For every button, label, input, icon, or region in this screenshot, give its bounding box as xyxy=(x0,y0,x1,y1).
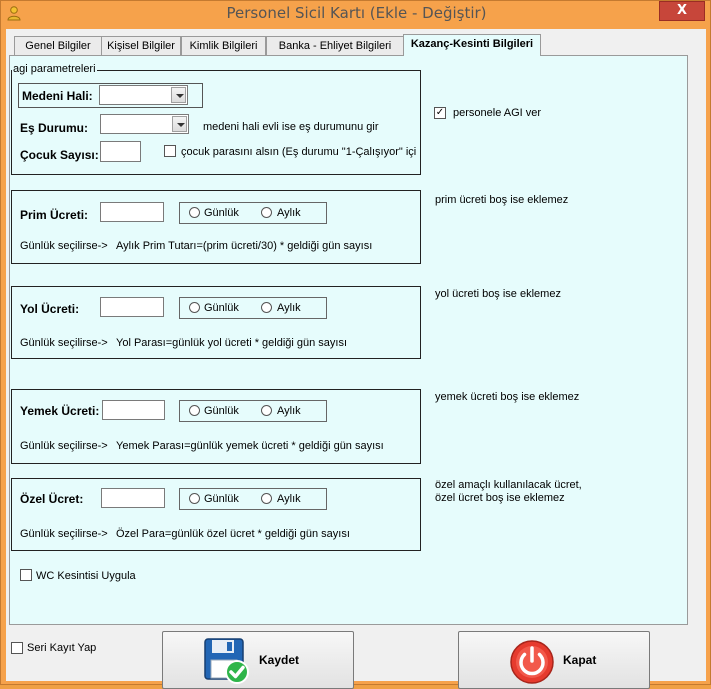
yol-period-radio-group: Günlük Aylık xyxy=(179,297,327,319)
chevron-down-icon[interactable] xyxy=(171,87,186,103)
client-area: Genel Bilgiler Kişisel Bilgiler Kimlik B… xyxy=(6,29,706,689)
yemek-aylik-label: Aylık xyxy=(277,405,301,417)
cocuk-sayisi-label: Çocuk Sayısı: xyxy=(20,148,99,162)
floppy-disk-check-icon xyxy=(204,638,249,684)
tab-genel-bilgiler[interactable]: Genel Bilgiler xyxy=(14,36,102,55)
medeni-hali-label: Medeni Hali: xyxy=(22,89,93,103)
application-window: Personel Sicil Kartı (Ekle - Değiştir) X… xyxy=(0,0,711,689)
yemek-period-radio-group: Günlük Aylık xyxy=(179,400,327,422)
power-icon xyxy=(510,640,554,684)
yemek-aylik-radio[interactable] xyxy=(261,405,272,416)
ozel-note-2: özel ücret boş ise eklemez xyxy=(435,492,565,504)
yemek-formula-prefix: Günlük seçilirse-> xyxy=(20,440,108,452)
seri-kayit-label: Seri Kayıt Yap xyxy=(27,642,97,654)
tab-kazanc-kesinti-bilgileri[interactable]: Kazanç-Kesinti Bilgileri xyxy=(403,34,541,56)
seri-kayit-checkbox[interactable] xyxy=(11,642,23,654)
ozel-aylik-label: Aylık xyxy=(277,493,301,505)
es-durumu-label: Eş Durumu: xyxy=(20,121,89,135)
ozel-aylik-radio[interactable] xyxy=(261,493,272,504)
tab-kimlik-bilgileri[interactable]: Kimlik Bilgileri xyxy=(181,36,266,55)
prim-formula-prefix: Günlük seçilirse-> xyxy=(20,240,108,252)
ozel-formula-prefix: Günlük seçilirse-> xyxy=(20,528,108,540)
medeni-hali-select[interactable] xyxy=(99,85,188,105)
wc-kesintisi-checkbox[interactable] xyxy=(20,569,32,581)
ozel-formula: Özel Para=günlük özel ücret * geldiği gü… xyxy=(116,528,350,540)
yol-ucreti-input[interactable] xyxy=(100,297,164,317)
tab-kisisel-bilgiler[interactable]: Kişisel Bilgiler xyxy=(101,36,181,55)
window-title: Personel Sicil Kartı (Ekle - Değiştir) xyxy=(226,4,487,22)
prim-period-radio-group: Günlük Aylık xyxy=(179,202,327,224)
kaydet-button[interactable]: Kaydet xyxy=(162,631,354,689)
ozel-gunluk-label: Günlük xyxy=(204,493,239,505)
bottom-bar: Seri Kayıt Yap Kaydet Kapat xyxy=(6,625,706,689)
yemek-note: yemek ücreti boş ise eklemez xyxy=(435,391,580,403)
ozel-ucret-label: Özel Ücret: xyxy=(20,492,84,506)
ozel-period-radio-group: Günlük Aylık xyxy=(179,488,327,510)
kaydet-label: Kaydet xyxy=(259,653,300,667)
es-durumu-hint: medeni hali evli ise eş durumunu gir xyxy=(203,121,379,133)
yol-aylik-label: Aylık xyxy=(277,302,301,314)
agi-group-title: agi parametreleri xyxy=(12,63,97,75)
yemek-ucreti-input[interactable] xyxy=(102,400,165,420)
yemek-ucreti-label: Yemek Ücreti: xyxy=(20,404,100,418)
yol-note: yol ücreti boş ise eklemez xyxy=(435,288,561,300)
cocuk-parasi-label: çocuk parasını alsın (Eş durumu "1-Çalış… xyxy=(181,146,417,158)
prim-aylik-radio[interactable] xyxy=(261,207,272,218)
prim-note: prim ücreti boş ise eklemez xyxy=(435,194,569,206)
yemek-gunluk-label: Günlük xyxy=(204,405,239,417)
prim-aylik-label: Aylık xyxy=(277,207,301,219)
prim-ucreti-label: Prim Ücreti: xyxy=(20,208,89,222)
chevron-down-icon[interactable] xyxy=(172,116,187,132)
yemek-formula: Yemek Parası=günlük yemek ücreti * geldi… xyxy=(116,440,384,452)
cocuk-sayisi-input[interactable] xyxy=(100,141,141,162)
ozel-note: özel amaçlı kullanılacak ücret, xyxy=(435,479,582,491)
yol-formula-prefix: Günlük seçilirse-> xyxy=(20,337,108,349)
tab-banka-ehliyet-bilgileri[interactable]: Banka - Ehliyet Bilgileri xyxy=(266,36,404,55)
yol-gunluk-label: Günlük xyxy=(204,302,239,314)
yemek-gunluk-radio[interactable] xyxy=(189,405,200,416)
window-close-button[interactable]: X xyxy=(659,1,705,21)
cocuk-parasi-checkbox[interactable] xyxy=(164,145,176,157)
title-bar[interactable]: Personel Sicil Kartı (Ekle - Değiştir) X xyxy=(1,1,711,26)
kazanc-kesinti-panel: agi parametreleri Medeni Hali: Eş Durumu… xyxy=(9,55,688,625)
prim-gunluk-radio[interactable] xyxy=(189,207,200,218)
yol-formula: Yol Parası=günlük yol ücreti * geldiği g… xyxy=(116,337,348,349)
yol-aylik-radio[interactable] xyxy=(261,302,272,313)
agi-ver-label: personele AGI ver xyxy=(453,107,542,119)
prim-gunluk-label: Günlük xyxy=(204,207,239,219)
yol-gunluk-radio[interactable] xyxy=(189,302,200,313)
es-durumu-select[interactable] xyxy=(100,114,189,134)
prim-ucreti-input[interactable] xyxy=(100,202,164,222)
kapat-label: Kapat xyxy=(563,653,597,667)
agi-ver-checkbox[interactable]: ✓ xyxy=(434,107,446,119)
prim-formula: Aylık Prim Tutarı=(prim ücreti/30) * gel… xyxy=(116,240,373,252)
yol-ucreti-label: Yol Ücreti: xyxy=(20,302,80,316)
kapat-button[interactable]: Kapat xyxy=(458,631,650,689)
ozel-gunluk-radio[interactable] xyxy=(189,493,200,504)
wc-kesintisi-label: WC Kesintisi Uygula xyxy=(36,570,136,582)
ozel-ucret-input[interactable] xyxy=(101,488,165,508)
